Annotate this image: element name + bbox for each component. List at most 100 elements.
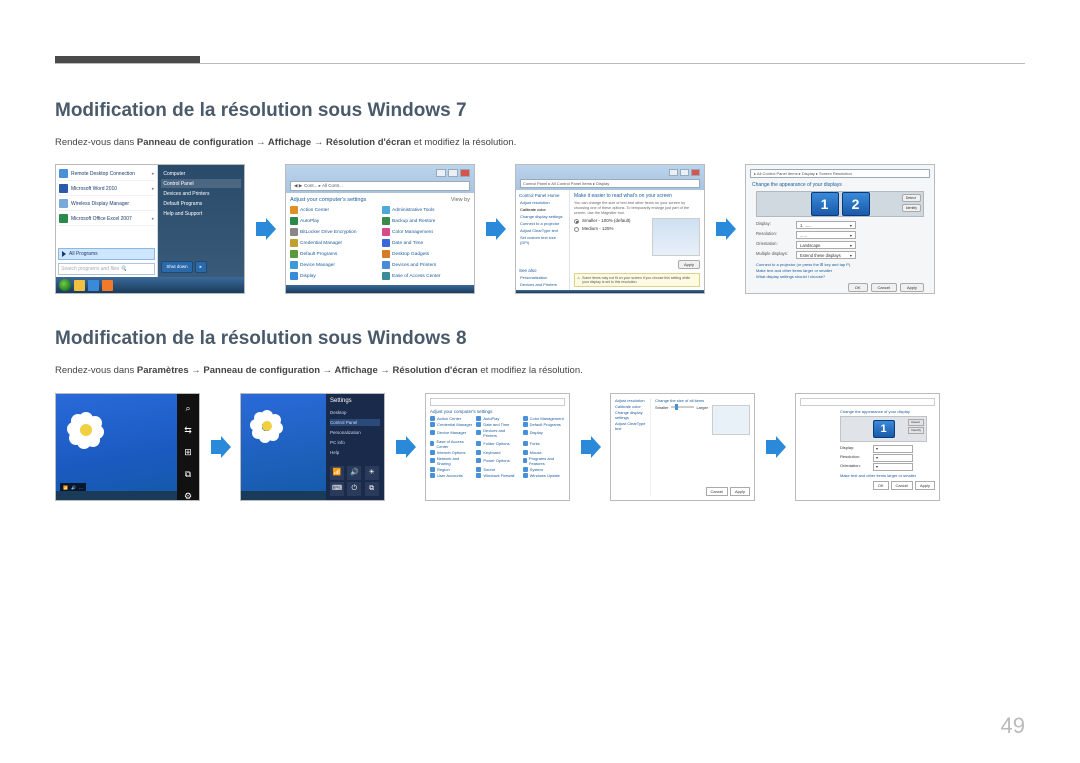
win7-step1-start-menu: Remote Desktop Connection▸ Microsoft Wor… [55, 164, 245, 294]
arrow-icon [713, 217, 737, 241]
cp-item: Internet Options [430, 450, 472, 455]
detect-button[interactable]: Detect [902, 194, 921, 202]
detect-button[interactable]: Detect [908, 419, 924, 426]
win8-step4-display: Adjust resolution Calibrate color Change… [610, 393, 755, 501]
cp-item: Mouse [523, 450, 565, 455]
apply-button[interactable]: Apply [915, 481, 935, 490]
preview-thumb [652, 218, 700, 256]
cp-item: User Accounts [430, 473, 472, 478]
display-dropdown[interactable]: ▾ [873, 445, 913, 453]
win8-instruction: Rendez-vous dans Paramètres → Panneau de… [55, 364, 1025, 378]
win7-title: Modification de la résolution sous Windo… [55, 100, 1025, 122]
cp-item: Device Manager [430, 428, 472, 438]
arrow-icon [483, 217, 507, 241]
volume-tile-icon: 🔊 [347, 466, 361, 480]
slider-thumb[interactable] [675, 404, 678, 410]
cp-item: Network and Sharing [430, 456, 472, 466]
cp-item: Ease of Access Center [430, 439, 472, 449]
cp-item: Region [430, 467, 472, 472]
keyboard-tile-icon: ⌨ [330, 482, 344, 496]
cp-item: Power Options [476, 456, 518, 466]
start-orb-icon[interactable] [59, 279, 71, 291]
arrow-icon [393, 435, 417, 459]
monitor-1: 1 [811, 192, 839, 216]
wallpaper-flower [251, 410, 283, 442]
cp-item: Default Programs [523, 422, 565, 427]
cancel-button[interactable]: Cancel [871, 283, 897, 292]
apply-button[interactable]: Apply [730, 487, 750, 496]
identify-button[interactable]: Identify [908, 427, 924, 434]
cp-item: System [523, 467, 565, 472]
win8-steps: 📶🔊… ⌕ ⇆ ⊞ ⧉ ⚙ [55, 393, 1025, 501]
search-input[interactable]: Search programs and files 🔍 [58, 263, 155, 275]
cp-item: Windows Firewall [476, 473, 518, 478]
cancel-button[interactable]: Cancel [891, 481, 913, 490]
cp-item: Devices and Printers [476, 428, 518, 438]
ie-icon [88, 280, 99, 291]
arrow-icon [578, 435, 602, 459]
cp-item: AutoPlay [476, 416, 518, 421]
wallpaper-flower [68, 412, 104, 448]
cp-item: Credential Manager [430, 422, 472, 427]
search-charm-icon[interactable]: ⌕ [182, 402, 194, 414]
address-bar: ◀ ▶ Cont... ▸ All Contr... [290, 181, 470, 191]
win8-step3-control-panel: Adjust your computer's settings Action C… [425, 393, 570, 501]
monitor-preview: 1 Detect Identify [840, 416, 927, 442]
charms-bar: ⌕ ⇆ ⊞ ⧉ ⚙ [177, 394, 199, 500]
maximize-icon [448, 169, 458, 177]
instr-prefix: Rendez-vous dans [55, 137, 137, 148]
media-icon [102, 280, 113, 291]
radio-icon [574, 227, 579, 232]
win8-step1-charms: 📶🔊… ⌕ ⇆ ⊞ ⧉ ⚙ [55, 393, 200, 501]
ok-button[interactable]: OK [848, 283, 868, 292]
cp-item: Folder Options [476, 439, 518, 449]
resolution-dropdown[interactable]: ▾ [873, 454, 913, 462]
cp-item: Programs and Features [523, 456, 565, 466]
arrow-icon [763, 435, 787, 459]
shutdown-button[interactable]: Shut down [161, 261, 192, 273]
instr-path: Panneau de configuration → Affichage → R… [137, 137, 411, 148]
win7-step3-display: Control Panel ▸ All Control Panel Items … [515, 164, 705, 294]
resolution-dropdown[interactable]: ......▾ [796, 231, 856, 239]
all-programs-button[interactable]: All Programs [58, 248, 155, 260]
win7-instruction: Rendez-vous dans Panneau de configuratio… [55, 136, 1025, 150]
display-dropdown[interactable]: 1. ......▾ [796, 221, 856, 229]
arrow-icon [253, 217, 277, 241]
monitor-preview: 1 2 Detect Identify [756, 191, 924, 217]
power-tile-icon: ⏻ [347, 482, 361, 496]
cp-item: Color Management [523, 416, 565, 421]
apply-button[interactable]: Apply [900, 283, 924, 292]
cancel-button[interactable]: Cancel [706, 487, 728, 496]
control-panel-item[interactable]: Control Panel [161, 179, 241, 188]
brightness-tile-icon: ☀ [365, 466, 379, 480]
control-panel-link[interactable]: Control Panel [330, 419, 380, 426]
win7-step4-resolution: ▸ All Control Panel Items ▸ Display ▸ Sc… [745, 164, 935, 294]
shutdown-arrow[interactable]: ▸ [195, 261, 207, 273]
monitor-2: 2 [842, 192, 870, 216]
cp-item: Keyboard [476, 450, 518, 455]
network-tile-icon: 📶 [330, 466, 344, 480]
radio-icon [574, 219, 579, 224]
cp-item: Sound [476, 467, 518, 472]
monitor-1: 1 [873, 420, 895, 438]
explorer-icon [74, 280, 85, 291]
cp-item: Display [523, 428, 565, 438]
win8-step2-settings: Settings Desktop Control Panel Personali… [240, 393, 385, 501]
win8-step5-resolution: Change the appearance of your display 1 … [795, 393, 940, 501]
cp-item: Windows Update [523, 473, 565, 478]
taskbar [56, 277, 244, 293]
identify-button[interactable]: Identify [902, 204, 921, 212]
settings-charm-icon[interactable]: ⚙ [182, 490, 194, 501]
page-number: 49 [1001, 713, 1025, 739]
arrow-icon [208, 435, 232, 459]
devices-charm-icon[interactable]: ⧉ [182, 468, 194, 480]
cp-item: Action Center [430, 416, 472, 421]
start-charm-icon[interactable]: ⊞ [182, 446, 194, 458]
win7-steps: Remote Desktop Connection▸ Microsoft Wor… [55, 164, 1025, 294]
share-charm-icon[interactable]: ⇆ [182, 424, 194, 436]
preview-thumb [712, 405, 750, 435]
close-icon [460, 169, 470, 177]
apply-button[interactable]: Apply [678, 260, 700, 269]
ok-button[interactable]: OK [873, 481, 889, 490]
cp-item: Fonts [523, 439, 565, 449]
